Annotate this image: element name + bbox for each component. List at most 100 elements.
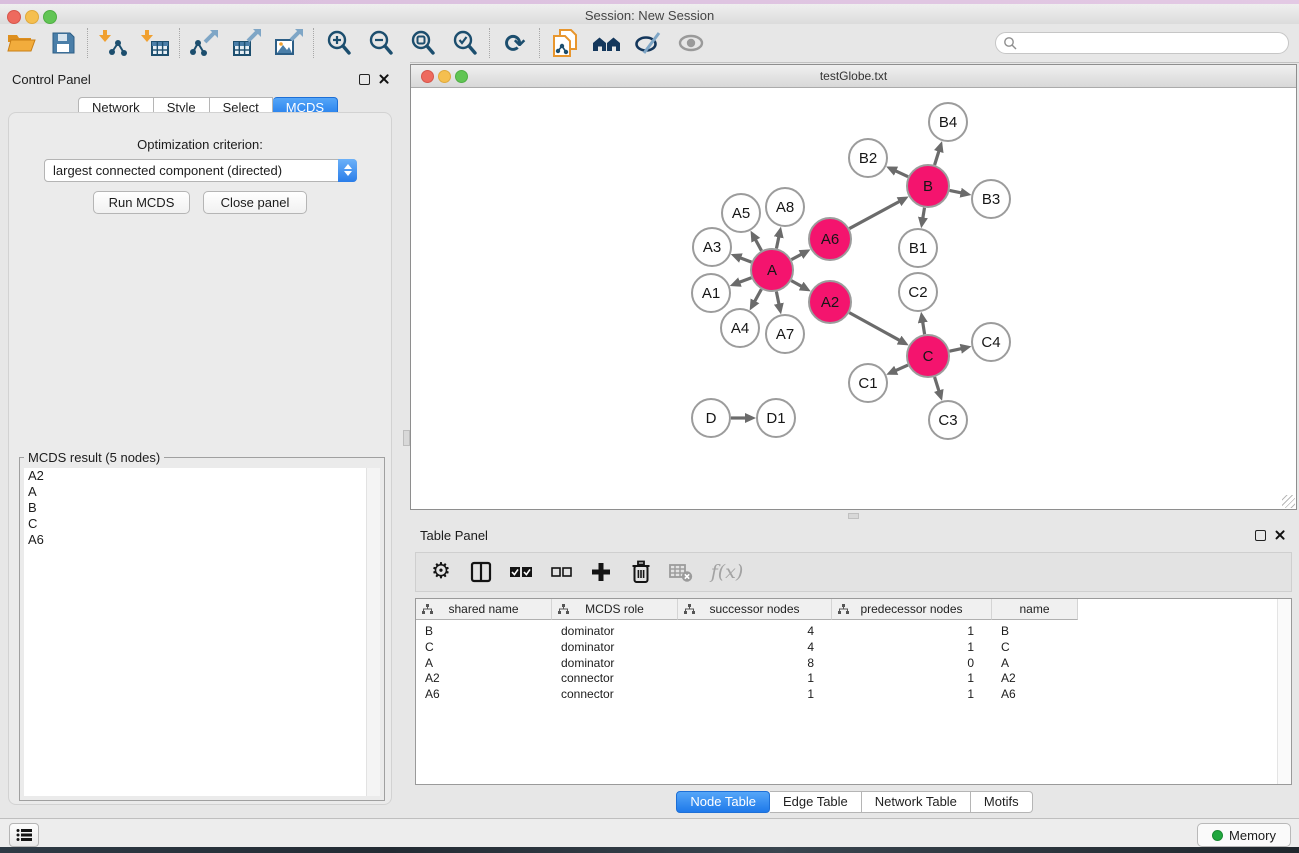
cell-MCDS-role[interactable]: connector [552,670,678,686]
cell-predecessor-nodes[interactable]: 0 [832,655,992,671]
column-header-MCDS-role[interactable]: MCDS role [552,599,678,620]
run-mcds-button[interactable]: Run MCDS [93,191,190,214]
cell-shared-name[interactable]: A [416,655,552,671]
edge-A-A1[interactable] [739,278,751,283]
edge-C-C3[interactable] [935,377,939,391]
zoom-fit-icon[interactable] [402,27,444,59]
criterion-dropdown[interactable]: largest connected component (directed) [44,159,357,182]
resize-grip[interactable] [1282,495,1295,508]
cell-name[interactable]: A6 [992,686,1078,702]
edge-C-C4[interactable] [949,349,961,352]
export-table-icon[interactable] [226,27,268,59]
columns-icon[interactable] [468,558,494,586]
cell-name[interactable]: A [992,655,1078,671]
edge-B-B3[interactable] [950,190,962,192]
tab-edge-table[interactable]: Edge Table [770,791,862,813]
cell-MCDS-role[interactable]: connector [552,686,678,702]
edge-A-A6[interactable] [791,254,801,260]
edge-B-B1[interactable] [923,208,925,219]
edge-A-A3[interactable] [740,258,751,262]
edge-A-A7[interactable] [776,292,779,305]
network-window-titlebar[interactable]: testGlobe.txt [411,65,1296,88]
cell-successor-nodes[interactable]: 1 [678,686,832,702]
tab-node-table[interactable]: Node Table [676,791,770,813]
cell-predecessor-nodes[interactable]: 1 [832,686,992,702]
first-neighbors-icon[interactable] [586,27,628,59]
tab-network-table[interactable]: Network Table [862,791,971,813]
cell-shared-name[interactable]: A2 [416,670,552,686]
cell-successor-nodes[interactable]: 8 [678,655,832,671]
cell-MCDS-role[interactable]: dominator [552,655,678,671]
vertical-splitter[interactable] [403,62,410,818]
cell-MCDS-role[interactable]: dominator [552,623,678,639]
export-image-icon[interactable] [268,27,310,59]
zoom-selected-icon[interactable] [444,27,486,59]
column-header-shared-name[interactable]: shared name [416,599,552,620]
save-session-icon[interactable] [42,27,84,59]
close-panel-icon[interactable] [1275,530,1285,540]
cell-successor-nodes[interactable]: 4 [678,639,832,655]
cell-shared-name[interactable]: B [416,623,552,639]
column-header-name[interactable]: name [992,599,1078,620]
table-scrollbar[interactable] [1277,599,1291,784]
cell-successor-nodes[interactable]: 1 [678,670,832,686]
cell-predecessor-nodes[interactable]: 1 [832,670,992,686]
memory-button[interactable]: Memory [1197,823,1291,847]
splitter-thumb[interactable] [403,430,410,446]
cell-predecessor-nodes[interactable]: 1 [832,639,992,655]
column-header-successor-nodes[interactable]: successor nodes [678,599,832,620]
edge-C-C2[interactable] [923,322,925,335]
cell-shared-name[interactable]: C [416,639,552,655]
hide-selected-icon[interactable] [628,27,670,59]
search-input[interactable] [1021,34,1288,52]
import-network-icon[interactable] [92,27,134,59]
select-all-icon[interactable] [508,558,534,586]
open-file-icon[interactable] [0,27,42,59]
result-item[interactable]: A2 [24,468,380,484]
cell-successor-nodes[interactable]: 4 [678,623,832,639]
export-network-icon[interactable] [184,27,226,59]
edge-A-A2[interactable] [791,281,802,287]
add-column-icon[interactable] [588,558,614,586]
toolbar-search[interactable] [995,32,1289,54]
zoom-out-icon[interactable] [360,27,402,59]
zoom-in-icon[interactable] [318,27,360,59]
clear-selection-icon[interactable] [548,558,574,586]
result-scrollbar[interactable] [366,468,380,796]
cell-name[interactable]: C [992,639,1078,655]
edge-B-B4[interactable] [935,151,939,165]
close-panel-icon[interactable] [379,74,389,84]
result-item[interactable]: A6 [24,532,380,548]
cell-name[interactable]: B [992,623,1078,639]
edge-B-B2[interactable] [895,171,908,177]
result-item[interactable]: A [24,484,380,500]
edge-A-A5[interactable] [755,239,761,250]
tab-motifs[interactable]: Motifs [971,791,1033,813]
edge-A2-C[interactable] [849,313,900,341]
network-graph[interactable]: B4B2BB3A8A5A6A3B1AC2A1A2A4A7C4CC1DD1C3 [411,87,1296,509]
refresh-layout-icon[interactable]: ⟳ [494,27,536,59]
edge-A6-B[interactable] [849,201,900,228]
edge-A-A8[interactable] [776,236,778,248]
show-all-icon[interactable] [670,27,712,59]
node-table[interactable]: shared nameMCDS rolesuccessor nodesprede… [415,598,1292,785]
splitter-thumb[interactable] [848,513,859,519]
mcds-result-list[interactable]: A2ABCA6 [24,468,380,796]
cell-name[interactable]: A2 [992,670,1078,686]
float-panel-icon[interactable] [359,74,370,85]
column-header-predecessor-nodes[interactable]: predecessor nodes [832,599,992,620]
cell-shared-name[interactable]: A6 [416,686,552,702]
close-panel-button[interactable]: Close panel [203,191,307,214]
delete-column-icon[interactable] [628,558,654,586]
cell-predecessor-nodes[interactable]: 1 [832,623,992,639]
float-panel-icon[interactable] [1255,530,1266,541]
edge-C-C1[interactable] [895,365,908,371]
import-table-icon[interactable] [134,27,176,59]
gear-icon[interactable]: ⚙ [428,558,454,586]
result-item[interactable]: B [24,500,380,516]
task-history-button[interactable] [9,823,39,847]
new-network-from-selection-icon[interactable] [544,27,586,59]
edge-A-A4[interactable] [754,289,761,301]
result-item[interactable]: C [24,516,380,532]
horizontal-splitter[interactable] [410,511,1299,520]
